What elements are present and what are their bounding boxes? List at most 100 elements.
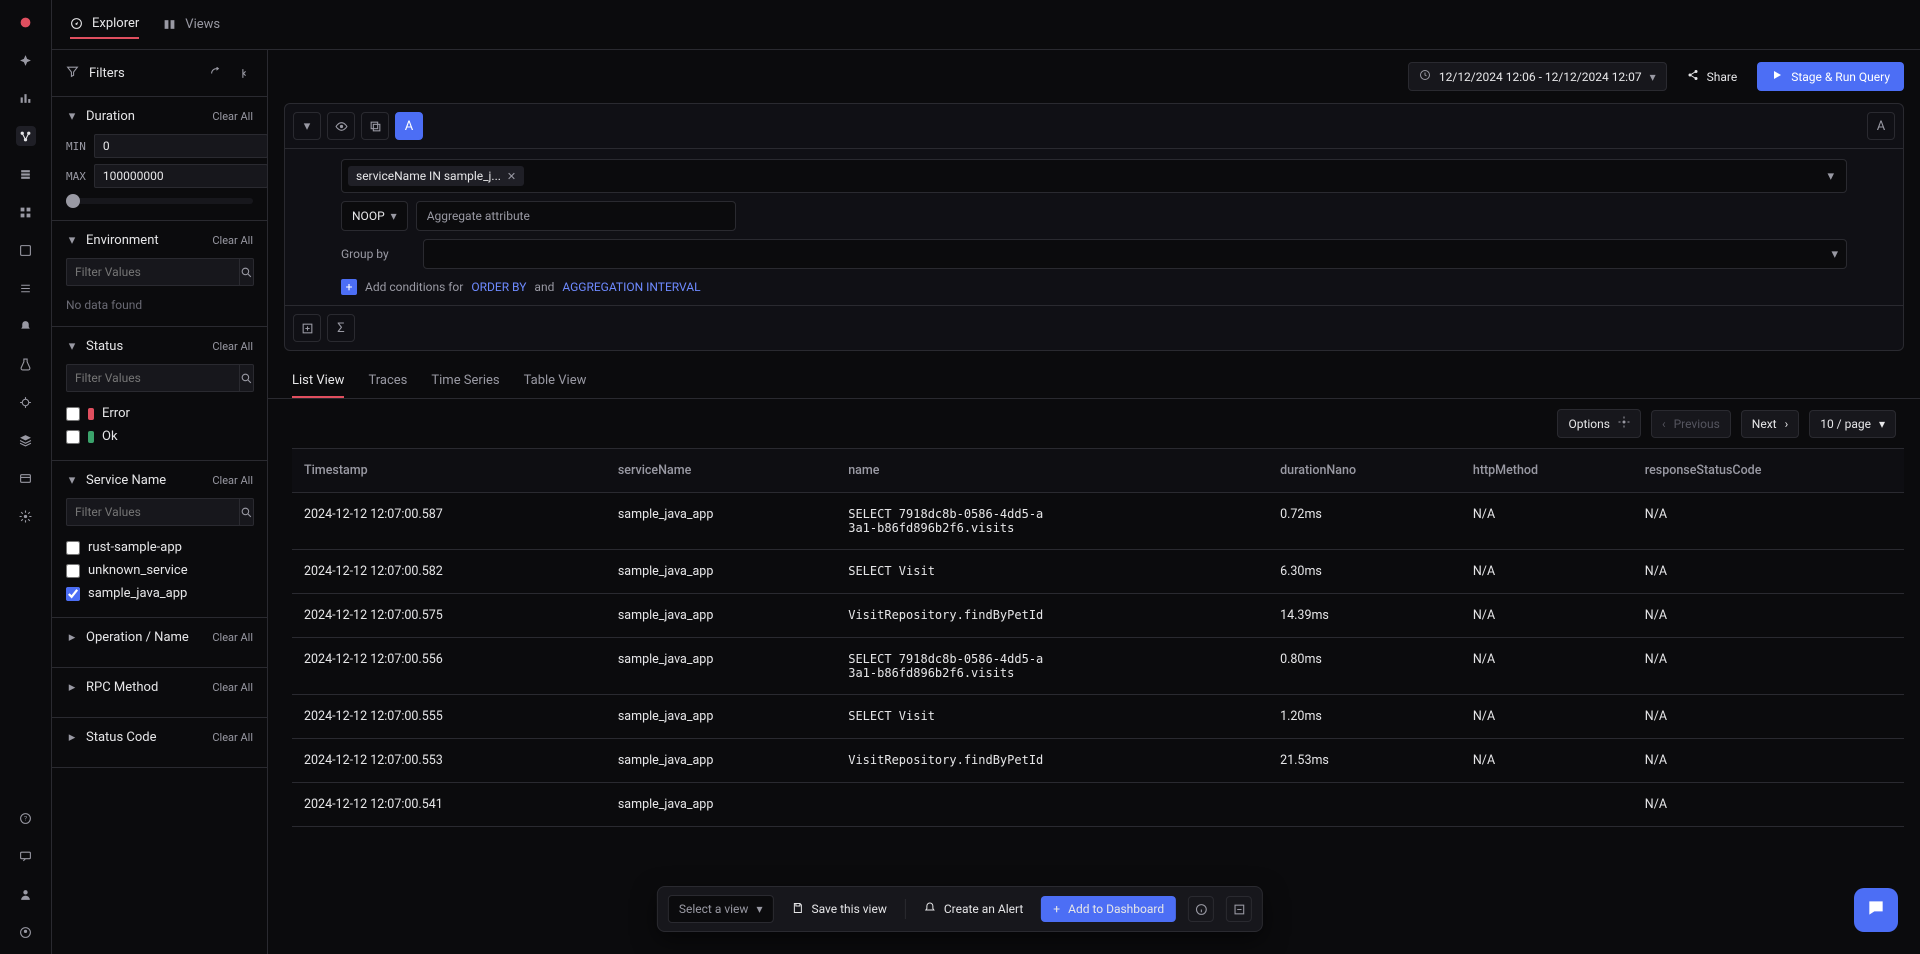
svc-java-checkbox[interactable] <box>66 587 80 601</box>
svc-rust-checkbox[interactable] <box>66 541 80 555</box>
table-row[interactable]: 2024-12-12 12:07:00.582 sample_java_app … <box>292 550 1904 594</box>
query-badge-alt[interactable]: A <box>1867 112 1895 140</box>
page-size-select[interactable]: 10 / page▾ <box>1809 410 1896 438</box>
info-button[interactable] <box>1188 896 1214 922</box>
next-button[interactable]: Next› <box>1741 410 1799 438</box>
add-condition-button[interactable]: + <box>341 279 357 295</box>
col-duration[interactable]: durationNano <box>1268 449 1461 493</box>
operation-clear[interactable]: Clear All <box>212 631 253 644</box>
table-row[interactable]: 2024-12-12 12:07:00.556 sample_java_app … <box>292 638 1904 695</box>
chevron-down-icon[interactable]: ▾ <box>66 109 78 124</box>
add-query-button[interactable] <box>293 314 321 342</box>
select-view-dropdown[interactable]: Select a view▾ <box>668 895 774 923</box>
time-range-picker[interactable]: 12/12/2024 12:06 - 12/12/2024 12:07 ▾ <box>1408 62 1667 91</box>
svc-item-rust[interactable]: rust-sample-app <box>66 536 253 559</box>
aggregate-attr-input[interactable]: Aggregate attribute <box>416 201 736 231</box>
search-icon[interactable] <box>240 498 254 526</box>
filter-chip-input[interactable]: serviceName IN sample_j... ✕ ▾ <box>341 159 1847 193</box>
nav-infra-icon[interactable] <box>16 202 36 222</box>
nav-settings-icon[interactable] <box>16 506 36 526</box>
refresh-icon[interactable] <box>207 64 225 82</box>
status-error-checkbox[interactable] <box>66 407 80 421</box>
aggregation-interval-link[interactable]: AGGREGATION INTERVAL <box>562 280 700 294</box>
status-search-input[interactable] <box>66 364 240 392</box>
nav-experiments-icon[interactable] <box>16 354 36 374</box>
tab-views[interactable]: Views <box>163 10 220 39</box>
min-input[interactable] <box>94 134 268 158</box>
nav-bug-icon[interactable] <box>16 392 36 412</box>
table-row[interactable]: 2024-12-12 12:07:00.587 sample_java_app … <box>292 493 1904 550</box>
query-show-button[interactable] <box>327 112 355 140</box>
duration-clear[interactable]: Clear All <box>212 110 253 123</box>
aggregation-op-select[interactable]: NOOP▾ <box>341 201 408 231</box>
nav-feedback-icon[interactable] <box>16 846 36 866</box>
duration-slider[interactable] <box>66 198 253 204</box>
chevron-right-icon[interactable]: ▸ <box>66 630 78 645</box>
chip-remove-icon[interactable]: ✕ <box>507 170 516 183</box>
nav-barchart-icon[interactable] <box>16 88 36 108</box>
options-button[interactable]: Options <box>1557 409 1641 438</box>
chevron-down-icon[interactable]: ▾ <box>66 339 78 354</box>
query-collapse-button[interactable]: ▾ <box>293 112 321 140</box>
search-icon[interactable] <box>240 364 254 392</box>
collapse-panel-icon[interactable] <box>235 64 253 82</box>
nav-dashboards-icon[interactable] <box>16 240 36 260</box>
chevron-down-icon[interactable]: ▾ <box>1821 169 1840 184</box>
environment-search-input[interactable] <box>66 258 240 286</box>
max-input[interactable] <box>94 164 268 188</box>
col-name[interactable]: name <box>836 449 1268 493</box>
nav-alerts-icon[interactable] <box>16 316 36 336</box>
chat-fab[interactable] <box>1854 888 1898 932</box>
view-tab-list[interactable]: List View <box>292 365 344 398</box>
col-httpmethod[interactable]: httpMethod <box>1461 449 1633 493</box>
search-icon[interactable] <box>240 258 254 286</box>
view-tab-time-series[interactable]: Time Series <box>431 365 499 398</box>
view-tab-table[interactable]: Table View <box>524 365 587 398</box>
table-row[interactable]: 2024-12-12 12:07:00.553 sample_java_app … <box>292 739 1904 783</box>
nav-help-icon[interactable]: ? <box>16 808 36 828</box>
svc-unknown-checkbox[interactable] <box>66 564 80 578</box>
add-formula-button[interactable]: Σ <box>327 314 355 342</box>
query-badge-a[interactable]: A <box>395 112 423 140</box>
rpc-clear[interactable]: Clear All <box>212 681 253 694</box>
table-row[interactable]: 2024-12-12 12:07:00.555 sample_java_app … <box>292 695 1904 739</box>
run-query-button[interactable]: Stage & Run Query <box>1757 62 1904 91</box>
status-item-ok[interactable]: Ok <box>66 425 253 448</box>
col-servicename[interactable]: serviceName <box>606 449 836 493</box>
share-button[interactable]: Share <box>1677 63 1748 90</box>
nav-users-icon[interactable] <box>16 884 36 904</box>
nav-account-icon[interactable] <box>16 922 36 942</box>
chevron-right-icon[interactable]: ▸ <box>66 730 78 745</box>
status-item-error[interactable]: Error <box>66 402 253 425</box>
query-copy-button[interactable] <box>361 112 389 140</box>
nav-logs-icon[interactable] <box>16 164 36 184</box>
nav-compass-icon[interactable] <box>16 50 36 70</box>
brand-logo-icon[interactable] <box>16 12 36 32</box>
environment-clear[interactable]: Clear All <box>212 234 253 247</box>
tab-explorer[interactable]: Explorer <box>70 10 139 39</box>
chevron-down-icon[interactable]: ▾ <box>66 473 78 488</box>
service-name-search-input[interactable] <box>66 498 240 526</box>
status-clear[interactable]: Clear All <box>212 340 253 353</box>
view-tab-traces[interactable]: Traces <box>368 365 407 398</box>
table-row[interactable]: 2024-12-12 12:07:00.575 sample_java_app … <box>292 594 1904 638</box>
order-by-link[interactable]: ORDER BY <box>471 280 526 294</box>
table-row[interactable]: 2024-12-12 12:07:00.541 sample_java_app … <box>292 783 1904 827</box>
service-name-clear[interactable]: Clear All <box>212 474 253 487</box>
col-responsecode[interactable]: responseStatusCode <box>1633 449 1904 493</box>
save-view-button[interactable]: Save this view <box>785 898 892 921</box>
status-code-clear[interactable]: Clear All <box>212 731 253 744</box>
nav-list-icon[interactable] <box>16 278 36 298</box>
export-button[interactable] <box>1226 896 1252 922</box>
nav-traces-icon[interactable] <box>16 126 36 146</box>
svc-item-java[interactable]: sample_java_app <box>66 582 253 605</box>
add-to-dashboard-button[interactable]: +Add to Dashboard <box>1041 896 1176 922</box>
group-by-input[interactable]: ▾ <box>423 239 1847 269</box>
col-timestamp[interactable]: Timestamp <box>292 449 606 493</box>
status-ok-checkbox[interactable] <box>66 430 80 444</box>
nav-billing-icon[interactable] <box>16 468 36 488</box>
previous-button[interactable]: ‹Previous <box>1651 410 1731 438</box>
chevron-down-icon[interactable]: ▾ <box>66 233 78 248</box>
create-alert-button[interactable]: Create an Alert <box>918 898 1029 921</box>
nav-layers-icon[interactable] <box>16 430 36 450</box>
